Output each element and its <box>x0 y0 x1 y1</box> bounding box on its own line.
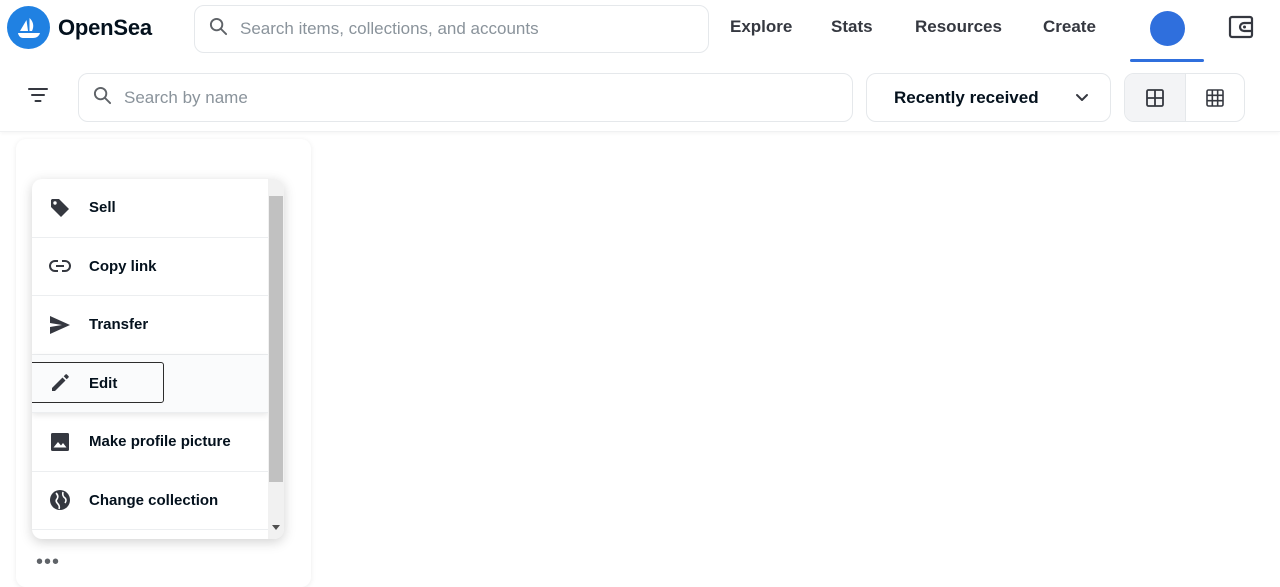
menu-item-label: Change collection <box>89 491 219 509</box>
menu-item-sell[interactable]: Sell <box>32 179 268 238</box>
view-mode-toggle <box>1124 73 1245 122</box>
image-icon <box>49 431 71 453</box>
nav-create[interactable]: Create <box>1043 17 1096 37</box>
items-toolbar: Recently received <box>0 62 1280 132</box>
small-grid-icon[interactable] <box>1184 74 1245 121</box>
name-search[interactable] <box>78 73 853 122</box>
wallet-icon[interactable] <box>1228 14 1255 45</box>
link-icon <box>49 255 71 277</box>
menu-item-label: Copy link <box>89 257 157 275</box>
menu-item-label: Make profile picture <box>89 433 231 451</box>
brand-name: OpenSea <box>58 14 152 40</box>
search-icon <box>93 86 112 110</box>
menu-scrollbar[interactable] <box>268 179 284 539</box>
menu-item-label: Edit <box>89 374 118 392</box>
item-context-menu: Sell Copy link Transfer Edit Make profil… <box>32 179 284 539</box>
global-search[interactable] <box>194 5 709 53</box>
chevron-down-icon <box>1075 91 1089 109</box>
name-search-input[interactable] <box>124 87 852 108</box>
menu-item-change-collection[interactable]: Change collection <box>32 472 268 530</box>
nav-stats[interactable]: Stats <box>831 17 873 37</box>
top-navigation: OpenSea Explore Stats Resources Create <box>0 0 1280 62</box>
menu-item-edit[interactable]: Edit <box>32 354 268 413</box>
menu-item-label: Sell <box>89 199 116 217</box>
filter-icon[interactable] <box>27 86 49 109</box>
sort-selected-value: Recently received <box>894 87 1039 107</box>
scroll-down-arrow-icon[interactable] <box>272 525 280 530</box>
avatar[interactable] <box>1150 11 1185 46</box>
menu-item-label: Transfer <box>89 316 149 334</box>
menu-item-make-profile-picture[interactable]: Make profile picture <box>32 413 268 472</box>
sort-dropdown[interactable]: Recently received <box>866 73 1111 122</box>
menu-item-copy-link[interactable]: Copy link <box>32 238 268 296</box>
global-search-input[interactable] <box>240 19 708 39</box>
large-grid-icon[interactable] <box>1125 74 1185 121</box>
collection-icon <box>49 489 71 511</box>
nav-resources[interactable]: Resources <box>915 17 1002 37</box>
tag-icon <box>49 197 71 219</box>
nav-explore[interactable]: Explore <box>730 17 792 37</box>
scroll-thumb[interactable] <box>269 196 283 482</box>
opensea-logo[interactable]: OpenSea <box>7 6 152 49</box>
menu-item-transfer[interactable]: Transfer <box>32 296 268 355</box>
more-options-icon[interactable]: ••• <box>36 551 60 574</box>
send-icon <box>49 314 71 336</box>
search-icon <box>209 17 228 41</box>
pencil-icon <box>49 372 71 394</box>
opensea-logo-icon <box>7 6 50 49</box>
